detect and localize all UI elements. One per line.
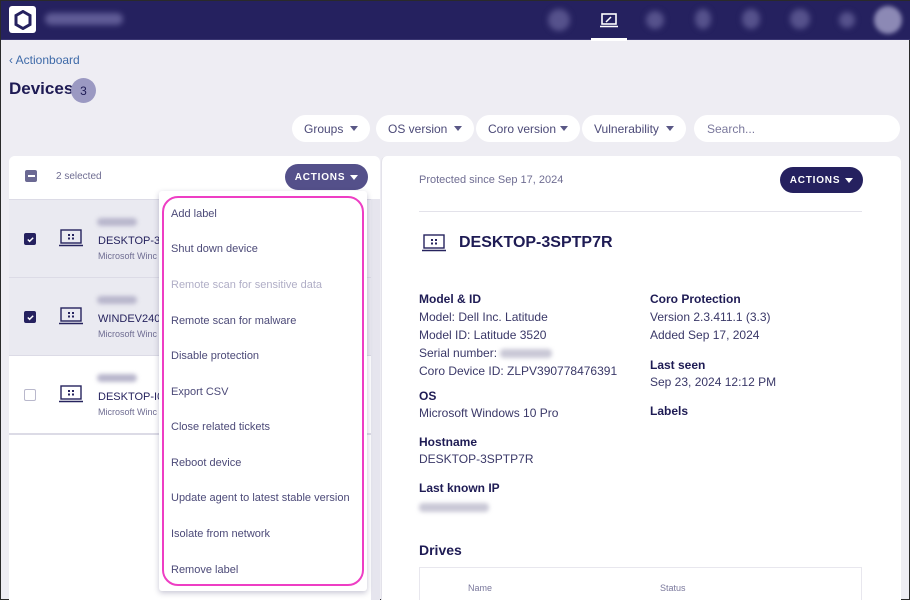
select-all-checkbox[interactable]: [25, 170, 37, 182]
filter-os-version[interactable]: OS version: [376, 115, 475, 142]
laptop-icon: [59, 385, 83, 403]
caret-down-icon: [350, 126, 359, 131]
breadcrumb-link-actionboard[interactable]: Actionboard: [16, 53, 80, 67]
hostname-label: Hostname: [419, 435, 478, 449]
coro-protection-label: Coro Protection: [650, 292, 741, 306]
chevron-left-icon: ‹: [9, 53, 13, 67]
device-os: Microsoft Winc: [98, 407, 158, 417]
last-seen-label: Last seen: [650, 358, 706, 372]
actions-label: ACTIONS: [294, 171, 346, 183]
filter-label: Groups: [304, 121, 344, 136]
nav-blurred-1-icon[interactable]: [548, 9, 570, 31]
hexagon-logo-icon[interactable]: [9, 6, 36, 33]
nav-blurred-5-icon[interactable]: [790, 9, 810, 29]
actions-dropdown-menu: Add label Shut down device Remote scan f…: [159, 191, 367, 591]
actions-label: ACTIONS: [789, 174, 841, 186]
caret-down-icon: [454, 126, 463, 131]
filter-label: OS version: [388, 121, 448, 136]
breadcrumb[interactable]: ‹ Actionboard: [9, 53, 80, 67]
nav-blurred-4-icon[interactable]: [742, 9, 760, 29]
protected-since: Protected since Sep 17, 2024: [419, 174, 564, 186]
os-label: OS: [419, 389, 437, 403]
device-detail-panel: Protected since Sep 17, 2024 ACTIONS DES…: [381, 156, 901, 600]
row-user-blurred: [97, 296, 137, 304]
labels-label: Labels: [650, 404, 689, 418]
menu-item-add-label[interactable]: Add label: [171, 204, 361, 224]
row-checkbox[interactable]: [24, 389, 36, 401]
row-checkbox[interactable]: [24, 311, 36, 323]
filter-label: Vulnerability: [594, 121, 659, 136]
menu-item-close-related-tickets[interactable]: Close related tickets: [171, 417, 361, 437]
ip-blurred: [419, 503, 489, 513]
menu-item-remove-label[interactable]: Remove label: [171, 560, 361, 580]
filter-vulnerability[interactable]: Vulnerability: [582, 115, 686, 142]
menu-item-export-csv[interactable]: Export CSV: [171, 382, 361, 402]
last-seen-value: Sep 23, 2024 12:12 PM: [650, 375, 777, 389]
drives-title: Drives: [419, 542, 462, 558]
serial-number-blurred: [500, 349, 553, 359]
menu-item-remote-scan-malware[interactable]: Remote scan for malware: [171, 311, 361, 331]
workspace-name[interactable]: [45, 13, 123, 25]
column-header-name[interactable]: Name: [468, 583, 492, 593]
filter-coro-version[interactable]: Coro version: [476, 115, 581, 142]
menu-item-disable-protection[interactable]: Disable protection: [171, 346, 361, 366]
divider: [419, 211, 862, 212]
caret-down-icon: [845, 177, 854, 183]
model-id-values: Model: Dell Inc. Latitude Model ID: Lati…: [419, 308, 617, 380]
last-known-ip-label: Last known IP: [419, 481, 500, 495]
coro-protection-values: Version 2.3.411.1 (3.3) Added Sep 17, 20…: [650, 308, 771, 344]
laptop-icon: [422, 234, 446, 252]
device-name: WINDEV2404: [98, 313, 167, 325]
model-value: Model: Dell Inc. Latitude: [419, 310, 548, 324]
row-user-blurred: [97, 374, 137, 382]
device-os: Microsoft Winc: [98, 329, 158, 339]
row-checkbox[interactable]: [24, 233, 36, 245]
row-user-blurred: [97, 218, 137, 226]
filter-groups[interactable]: Groups: [292, 115, 371, 142]
laptop-icon: [59, 307, 83, 325]
menu-item-update-agent[interactable]: Update agent to latest stable version: [171, 488, 361, 508]
nav-blurred-3-icon[interactable]: [695, 9, 711, 29]
device-title: DESKTOP-3SPTP7R: [459, 234, 613, 251]
search-input[interactable]: [694, 115, 900, 142]
avatar[interactable]: [874, 6, 902, 34]
coro-device-id: Coro Device ID: ZLPV390778476391: [419, 364, 618, 378]
drives-table: Name Status: [419, 567, 862, 600]
caret-down-icon: [665, 126, 674, 131]
os-value: Microsoft Windows 10 Pro: [419, 406, 559, 420]
coro-version: Version 2.3.411.1 (3.3): [650, 310, 771, 324]
list-actions-button[interactable]: ACTIONS: [285, 164, 368, 190]
nav-blurred-6-icon[interactable]: [839, 12, 855, 28]
device-count-badge: 3: [71, 78, 96, 103]
laptop-icon: [59, 229, 83, 247]
menu-item-isolate-from-network[interactable]: Isolate from network: [171, 524, 361, 544]
filter-label: Coro version: [488, 121, 557, 136]
detail-actions-button[interactable]: ACTIONS: [780, 167, 863, 193]
devices-icon[interactable]: [591, 1, 627, 41]
page-title: Devices: [9, 79, 74, 98]
column-header-status[interactable]: Status: [660, 583, 686, 593]
top-navigation-bar: [1, 1, 910, 41]
caret-down-icon: [560, 126, 569, 131]
list-scrollbar[interactable]: [371, 199, 380, 600]
model-id-label: Model & ID: [419, 292, 481, 306]
menu-item-reboot-device[interactable]: Reboot device: [171, 453, 361, 473]
device-name: DESKTOP-I0I: [98, 391, 167, 403]
menu-item-remote-scan-sensitive-data: Remote scan for sensitive data: [171, 279, 323, 291]
device-os: Microsoft Winc: [98, 251, 158, 261]
nav-blurred-2-icon[interactable]: [646, 11, 664, 29]
coro-added: Added Sep 17, 2024: [650, 328, 760, 342]
selected-count: 2 selected: [56, 171, 102, 182]
caret-down-icon: [350, 174, 359, 180]
serial-number-label: Serial number:: [419, 346, 498, 360]
serial-number-row: Serial number:: [419, 344, 617, 362]
device-name: DESKTOP-3S: [98, 235, 168, 247]
menu-item-shut-down-device[interactable]: Shut down device: [171, 239, 361, 259]
hostname-value: DESKTOP-3SPTP7R: [419, 452, 534, 466]
last-known-ip-value: [419, 498, 489, 516]
model-id-value: Model ID: Latitude 3520: [419, 328, 547, 342]
